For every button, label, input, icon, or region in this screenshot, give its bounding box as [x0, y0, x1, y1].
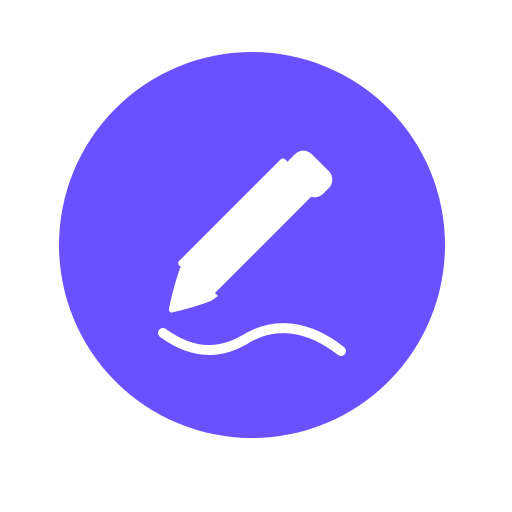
- app-icon-canvas: [0, 0, 512, 512]
- pencil-writing-icon: [59, 52, 445, 438]
